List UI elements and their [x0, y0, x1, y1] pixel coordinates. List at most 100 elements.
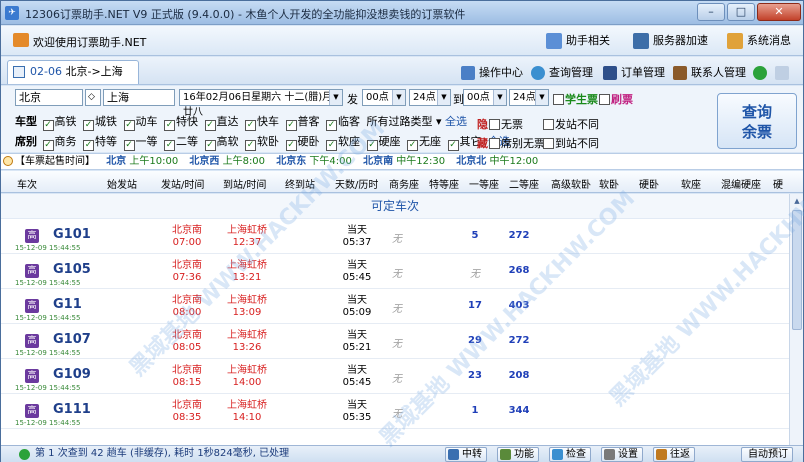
seat-yingzuo[interactable]: ✓ 硬座 — [366, 133, 401, 151]
maximize-button[interactable]: □ — [727, 3, 755, 21]
train-number[interactable]: G111 — [53, 402, 91, 417]
second-class-count[interactable]: 272 — [499, 230, 539, 241]
first-class-count[interactable]: 5 — [455, 230, 495, 241]
scroll-thumb[interactable] — [792, 210, 802, 330]
second-class-count[interactable]: 268 — [499, 265, 539, 276]
second-class-count[interactable]: 403 — [499, 300, 539, 311]
operation-center-button[interactable]: 操作中心 — [461, 65, 523, 81]
arrive-station-diff-checkbox[interactable]: 到站不同 — [543, 135, 602, 151]
settings-button[interactable]: 设置 — [601, 447, 643, 462]
depart-time-from-select[interactable]: 00点 ▼ — [362, 89, 406, 106]
query-manage-button[interactable]: 查询管理 — [531, 65, 593, 81]
order-manage-button[interactable]: 订单管理 — [603, 65, 665, 81]
seat-ruanzuo[interactable]: ✓ 软座 — [326, 133, 360, 151]
train-type-linke[interactable]: ✓ 临客 — [326, 113, 360, 131]
hide-seat-no-ticket-checkbox[interactable]: 席别无票 — [489, 135, 548, 151]
depart-station-diff-checkbox[interactable]: 发站不同 — [543, 116, 602, 132]
train-type-zhida[interactable]: ✓ 直达 — [204, 113, 239, 131]
col-hard-seat[interactable]: 硬 — [773, 176, 783, 191]
train-type-tekuai[interactable]: ✓ 特快 — [164, 113, 198, 131]
seat-gaoruan[interactable]: ✓ 高软 — [204, 133, 239, 151]
student-ticket-checkbox[interactable]: 学生票 — [553, 91, 601, 107]
arrive-time-to-select[interactable]: 24点 ▼ — [509, 89, 549, 106]
to-station-input[interactable]: 上海 — [103, 89, 175, 106]
help-menu-button[interactable]: 助手相关 — [546, 33, 610, 49]
col-duration[interactable]: 天数/历时 — [335, 176, 378, 191]
add-tab-button[interactable] — [753, 65, 767, 81]
pass-type-select[interactable]: 所有过路类型 ▾ — [367, 115, 442, 128]
first-class-count[interactable]: 17 — [455, 300, 495, 311]
col-hard-sleeper[interactable]: 硬卧 — [639, 176, 659, 191]
hide-no-ticket-checkbox[interactable]: 无票 — [489, 116, 526, 132]
business-seat-count[interactable]: 无 — [377, 370, 417, 385]
swap-stations-button[interactable]: ◇ — [85, 89, 101, 106]
col-soft-seat[interactable]: 软座 — [681, 176, 701, 191]
second-class-count[interactable]: 208 — [499, 370, 539, 381]
scroll-up-icon[interactable]: ▲ — [792, 196, 802, 206]
auto-book-button[interactable]: 自动预订 — [741, 447, 793, 462]
col-business[interactable]: 商务座 — [389, 176, 419, 191]
seat-wuzuo[interactable]: ✓ 无座 — [407, 133, 441, 151]
transfer-button[interactable]: 中转 — [445, 447, 487, 462]
train-number[interactable]: G101 — [53, 227, 91, 242]
depart-time-to-select[interactable]: 24点 ▼ — [409, 89, 451, 106]
col-first[interactable]: 一等座 — [469, 176, 499, 191]
col-arrive[interactable]: 到站/时间 — [223, 176, 266, 191]
query-tickets-button[interactable]: 查询 余票 — [717, 93, 797, 149]
col-second[interactable]: 二等座 — [509, 176, 539, 191]
train-number[interactable]: G109 — [53, 367, 91, 382]
business-seat-count[interactable]: 无 — [377, 230, 417, 245]
seat-shangwu[interactable]: ✓ 商务 — [42, 133, 77, 151]
check-button[interactable]: 检查 — [549, 447, 591, 462]
close-button[interactable]: ✕ — [757, 3, 801, 21]
train-row[interactable]: 高 G109 15-12-09 15:44:55 北京南 08:15 上海虹桥 14:00 当… — [1, 360, 789, 394]
tab-menu-button[interactable] — [775, 65, 789, 81]
first-class-count[interactable]: 23 — [455, 370, 495, 381]
train-type-select-all[interactable]: 全选 — [445, 115, 467, 128]
vertical-scrollbar[interactable]: ▲ — [789, 194, 803, 445]
train-number[interactable]: G105 — [53, 262, 91, 277]
travel-date-picker[interactable]: 16年02月06日星期六 十二(腊)月廿八 ▼ — [179, 89, 343, 118]
server-accel-button[interactable]: 服务器加速 — [633, 33, 708, 49]
refresh-ticket-checkbox[interactable]: 刷票 — [599, 91, 636, 107]
arrive-time-from-select[interactable]: 00点 ▼ — [463, 89, 507, 106]
seat-ruanwo[interactable]: ✓ 软卧 — [245, 133, 279, 151]
train-row[interactable]: 高 G105 15-12-09 15:44:55 北京南 07:36 上海虹桥 13:21 当… — [1, 255, 789, 289]
seat-erdeng[interactable]: ✓ 二等 — [164, 133, 198, 151]
function-button[interactable]: 功能 — [497, 447, 539, 462]
business-seat-count[interactable]: 无 — [377, 265, 417, 280]
train-type-puke[interactable]: ✓ 普客 — [285, 113, 320, 131]
train-row[interactable]: 高 G11 15-12-09 15:44:55 北京南 08:00 上海虹桥 13:09 当天… — [1, 290, 789, 324]
train-type-kuaiche[interactable]: ✓ 快车 — [245, 113, 279, 131]
col-train-no[interactable]: 车次 — [17, 176, 37, 191]
first-class-count[interactable]: 1 — [455, 405, 495, 416]
col-premium[interactable]: 特等座 — [429, 176, 459, 191]
from-station-input[interactable]: 北京 — [15, 89, 83, 106]
col-mixed-hard-seat[interactable]: 混编硬座 — [721, 176, 761, 191]
col-origin[interactable]: 始发站 — [107, 176, 137, 191]
col-soft-sleeper[interactable]: 软卧 — [599, 176, 619, 191]
col-terminal[interactable]: 终到站 — [285, 176, 315, 191]
business-seat-count[interactable]: 无 — [377, 335, 417, 350]
train-row[interactable]: 高 G107 15-12-09 15:44:55 北京南 08:05 上海虹桥 13:26 当… — [1, 325, 789, 359]
train-row[interactable]: 高 G111 15-12-09 15:44:55 北京南 08:35 上海虹桥 14:10 当… — [1, 395, 789, 429]
contact-manage-button[interactable]: 联系人管理 — [673, 65, 746, 81]
minimize-button[interactable]: – — [697, 3, 725, 21]
business-seat-count[interactable]: 无 — [377, 300, 417, 315]
train-number[interactable]: G11 — [53, 297, 82, 312]
train-type-dongche[interactable]: ✓ 动车 — [123, 113, 158, 131]
seat-yideng[interactable]: ✓ 一等 — [123, 133, 158, 151]
second-class-count[interactable]: 272 — [499, 335, 539, 346]
round-trip-button[interactable]: 往返 — [653, 447, 695, 462]
train-row[interactable]: 高 G101 15-12-09 15:44:55 北京南 07:00 上海虹桥 12:37 当… — [1, 220, 789, 254]
train-number[interactable]: G107 — [53, 332, 91, 347]
first-class-count[interactable]: 29 — [455, 335, 495, 346]
train-type-chengtie[interactable]: ✓ 城铁 — [83, 113, 117, 131]
title-bar[interactable]: ✈ 12306订票助手.NET V9 正式版 (9.4.0.0) - 木鱼个人开… — [1, 1, 803, 25]
seat-tedeng[interactable]: ✓ 特等 — [83, 133, 117, 151]
system-message-button[interactable]: 系统消息 — [727, 33, 791, 49]
col-depart[interactable]: 发站/时间 — [161, 176, 204, 191]
tab-query-beijing-shanghai[interactable]: 02-06 北京->上海 — [7, 60, 139, 84]
second-class-count[interactable]: 344 — [499, 405, 539, 416]
col-deluxe-sleeper[interactable]: 高级软卧 — [551, 176, 591, 191]
